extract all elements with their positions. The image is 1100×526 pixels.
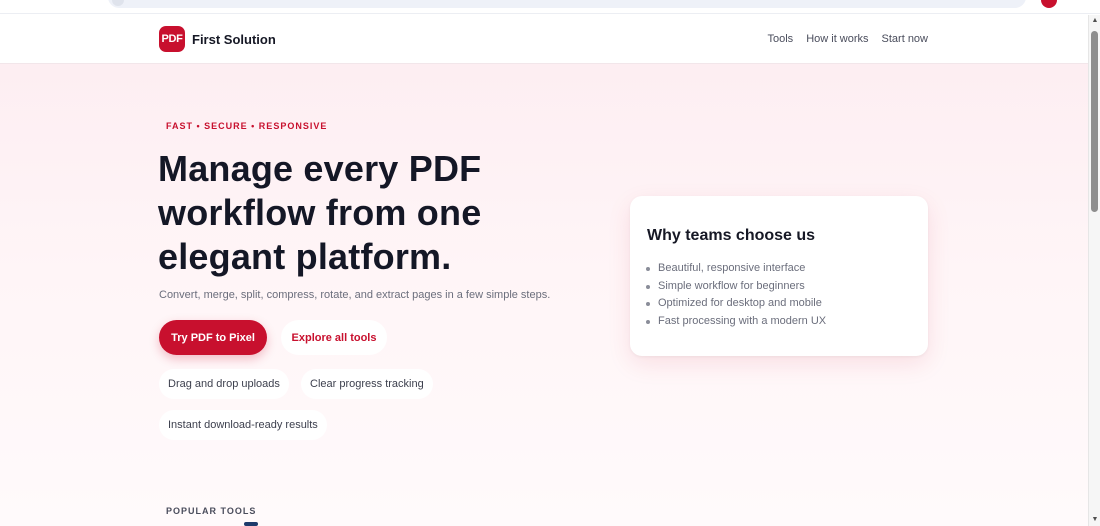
triangle-down-icon[interactable]: ▼ (1091, 516, 1099, 524)
benefits-list: Beautiful, responsive interface Simple w… (645, 260, 826, 331)
feature-chip-download: Instant download-ready results (159, 410, 327, 440)
headline-line-1: Manage every PDF (158, 148, 482, 189)
feature-chip-drag-drop: Drag and drop uploads (159, 369, 289, 399)
address-bar[interactable] (108, 0, 1026, 8)
tool-card-peek (244, 522, 258, 526)
brand[interactable]: PDF First Solution (159, 26, 276, 52)
list-item: Fast processing with a modern UX (645, 313, 826, 331)
feature-chip-progress: Clear progress tracking (301, 369, 433, 399)
nav-link-tools[interactable]: Tools (768, 33, 794, 45)
headline-line-3: elegant platform. (158, 236, 452, 277)
nav-link-how-it-works[interactable]: How it works (806, 33, 868, 45)
pdf-logo-icon: PDF (159, 26, 185, 52)
headline-line-2: workflow from one (158, 192, 482, 233)
main-nav: Tools How it works Start now (755, 33, 929, 45)
browser-top-strip (0, 0, 1100, 14)
try-pdf-to-pixel-button[interactable]: Try PDF to Pixel (159, 320, 267, 355)
why-choose-us-card: Why teams choose us Beautiful, responsiv… (630, 196, 928, 356)
nav-link-start-now[interactable]: Start now (882, 33, 928, 45)
scrollbar-thumb[interactable] (1091, 31, 1098, 212)
explore-all-tools-button[interactable]: Explore all tools (281, 320, 387, 355)
brand-name: First Solution (192, 31, 276, 47)
profile-avatar[interactable] (1041, 0, 1057, 8)
list-item: Simple workflow for beginners (645, 278, 826, 296)
list-item: Optimized for desktop and mobile (645, 295, 826, 313)
hero-eyebrow: FAST • SECURE • RESPONSIVE (166, 121, 328, 131)
page-scrollbar[interactable]: ▲ ▼ (1088, 15, 1100, 526)
site-header: PDF First Solution Tools How it works St… (0, 15, 1088, 64)
hero-section: FAST • SECURE • RESPONSIVE Manage every … (0, 64, 1088, 526)
list-item: Beautiful, responsive interface (645, 260, 826, 278)
popular-tools-label: POPULAR TOOLS (166, 506, 257, 516)
hero-subtext: Convert, merge, split, compress, rotate,… (159, 289, 551, 301)
hero-headline: Manage every PDF workflow from one elega… (158, 147, 538, 279)
triangle-up-icon[interactable]: ▲ (1091, 17, 1099, 25)
card-title: Why teams choose us (647, 227, 816, 244)
